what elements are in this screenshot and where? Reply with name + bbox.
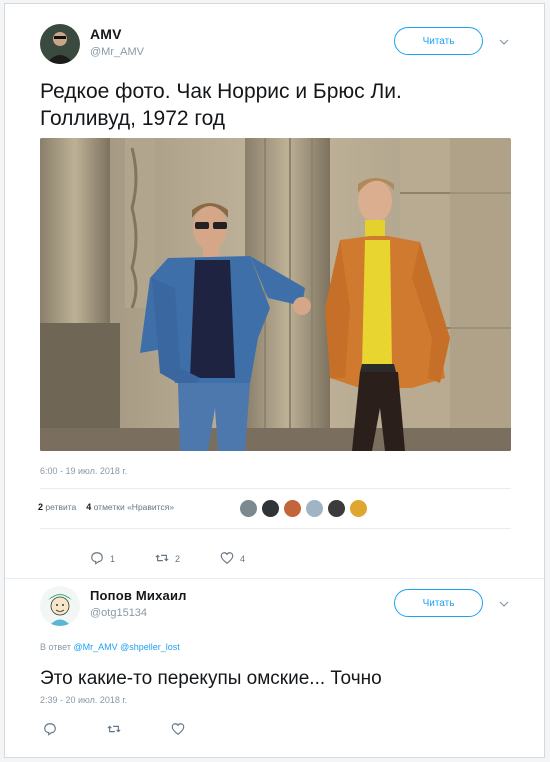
heart-icon: [220, 551, 234, 567]
mention-link[interactable]: @Mr_AMV: [73, 642, 117, 652]
avatar[interactable]: [239, 499, 258, 518]
avatar[interactable]: [261, 499, 280, 518]
caret-down-icon[interactable]: [499, 598, 509, 610]
author-avatar[interactable]: [40, 24, 80, 64]
reply-icon: [43, 722, 57, 738]
tweet-photo[interactable]: [40, 138, 511, 451]
like-button[interactable]: [171, 722, 185, 738]
retweet-button[interactable]: 2: [155, 551, 180, 567]
follow-button[interactable]: Читать: [394, 27, 483, 55]
avatar[interactable]: [327, 499, 346, 518]
reply-timestamp[interactable]: 2:39 - 20 июл. 2018 г.: [40, 695, 127, 705]
retweet-icon: [155, 551, 169, 567]
caret-down-icon[interactable]: [499, 36, 509, 48]
reply-text: Это какие-то перекупы омские... Точно: [40, 668, 382, 689]
likes-stat[interactable]: 4 отметки «Нравится»: [86, 502, 174, 512]
reply-author-handle[interactable]: @otg15134: [90, 607, 147, 619]
reply-button[interactable]: 1: [90, 551, 115, 567]
tweet-stats: 2 ретвита 4 отметки «Нравится»: [38, 502, 174, 512]
reply-count: 1: [110, 554, 116, 564]
retweet-icon: [107, 722, 121, 738]
reply-to-line: В ответ @Mr_AMV @shpeller_lost: [40, 642, 180, 652]
reply-author-name[interactable]: Попов Михаил: [90, 588, 187, 603]
avatar[interactable]: [349, 499, 368, 518]
avatar[interactable]: [283, 499, 302, 518]
like-button[interactable]: 4: [220, 551, 245, 567]
likers-avatars[interactable]: [239, 499, 368, 518]
reply-author-avatar[interactable]: [40, 586, 80, 626]
divider: [40, 488, 511, 489]
tweet-actions: 1 2 4: [90, 551, 245, 567]
divider: [5, 578, 544, 579]
like-count: 4: [240, 554, 246, 564]
retweet-button[interactable]: [107, 722, 121, 738]
avatar[interactable]: [305, 499, 324, 518]
author-handle[interactable]: @Mr_AMV: [90, 46, 144, 58]
author-name[interactable]: AMV: [90, 26, 122, 42]
retweets-stat[interactable]: 2 ретвита: [38, 502, 76, 512]
retweet-count: 2: [175, 554, 181, 564]
reply-button[interactable]: [43, 722, 57, 738]
tweet-text-line2: Голливуд, 1972 год: [40, 107, 226, 130]
tweet-timestamp[interactable]: 6:00 - 19 июл. 2018 г.: [40, 466, 127, 476]
divider: [40, 528, 511, 529]
reply-prefix: В ответ: [40, 642, 71, 652]
tweet-text-line1: Редкое фото. Чак Норрис и Брюс Ли.: [40, 80, 402, 103]
heart-icon: [171, 722, 185, 738]
reply-actions: [43, 722, 185, 738]
reply-follow-button[interactable]: Читать: [394, 589, 483, 617]
reply-icon: [90, 551, 104, 567]
mention-link[interactable]: @shpeller_lost: [120, 642, 180, 652]
tweet-page: AMV @Mr_AMV Читать Редкое фото. Чак Норр…: [4, 3, 545, 758]
